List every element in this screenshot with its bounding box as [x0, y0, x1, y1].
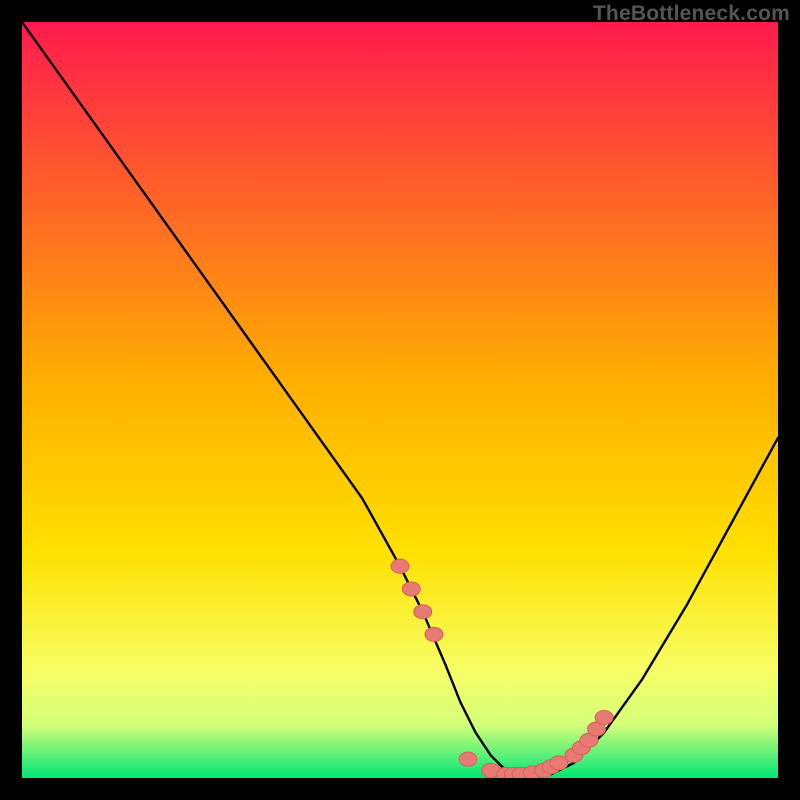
- chart-frame: { "watermark": "TheBottleneck.com", "col…: [0, 0, 800, 800]
- marker-point: [459, 752, 477, 766]
- gradient-background: [22, 22, 778, 778]
- marker-point: [414, 605, 432, 619]
- marker-point: [402, 582, 420, 596]
- chart-svg: [22, 22, 778, 778]
- marker-point: [595, 711, 613, 725]
- marker-point: [425, 627, 443, 641]
- plot-area: [22, 22, 778, 778]
- marker-point: [391, 559, 409, 573]
